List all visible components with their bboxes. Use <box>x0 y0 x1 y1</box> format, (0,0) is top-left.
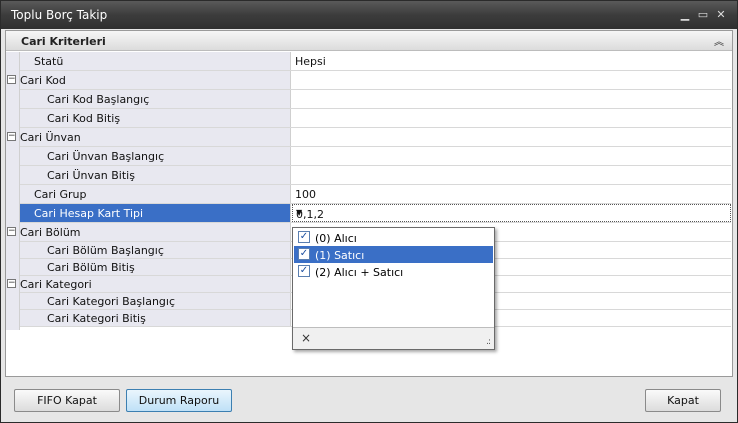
category-header[interactable]: Cari Kriterleri ︽ <box>6 31 732 51</box>
row-name-cell: Cari Hesap Kart Tipi <box>20 204 291 222</box>
row-label: Cari Ünvan Bitiş <box>47 169 135 182</box>
option-label: (0) Alıcı <box>315 232 357 245</box>
row-name-cell: Cari Grup <box>20 185 291 203</box>
row-cari-grup[interactable]: Cari Grup 100 <box>20 185 731 204</box>
row-name-cell: Cari Kategori Başlangıç <box>20 293 291 309</box>
row-label: Cari Kategori Başlangıç <box>47 295 175 308</box>
fifo-kapat-button[interactable]: FIFO Kapat <box>14 389 120 412</box>
row-name-cell: Cari Bölüm <box>20 223 291 241</box>
row-value-cell[interactable] <box>292 90 731 108</box>
clear-icon[interactable]: × <box>301 331 311 345</box>
collapse-minus-icon[interactable]: − <box>7 279 16 288</box>
collapse-minus-icon[interactable]: − <box>7 132 16 141</box>
row-cari-kod-baslangic[interactable]: Cari Kod Başlangıç <box>20 90 731 109</box>
collapse-up-icon[interactable]: ︽ <box>714 33 724 48</box>
row-cari-hesap-kart-tipi[interactable]: Cari Hesap Kart Tipi 0,1,2 ▼ <box>20 204 731 223</box>
row-name-cell: Cari Kategori Bitiş <box>20 310 291 326</box>
checkbox-checked-icon[interactable]: ✓ <box>298 265 310 277</box>
row-name-cell: Cari Kod Bitiş <box>20 109 291 127</box>
row-label: Cari Kod Başlangıç <box>47 93 150 106</box>
row-name-cell: Cari Bölüm Başlangıç <box>20 242 291 258</box>
option-label: (1) Satıcı <box>315 249 365 262</box>
row-cari-kod-bitis[interactable]: Cari Kod Bitiş <box>20 109 731 128</box>
close-icon[interactable]: ✕ <box>713 7 729 23</box>
resize-grip-icon[interactable]: .: <box>486 337 491 347</box>
row-statu[interactable]: Statü Hepsi <box>20 52 731 71</box>
row-name-cell: Cari Kategori <box>20 276 291 292</box>
dropdown-arrow-icon[interactable]: ▼ <box>296 208 726 217</box>
row-label: Cari Bölüm Başlangıç <box>47 244 164 257</box>
row-value-cell[interactable] <box>292 147 731 165</box>
row-name-cell: Cari Ünvan <box>20 128 291 146</box>
row-name-cell: Cari Ünvan Bitiş <box>20 166 291 184</box>
dropdown-option[interactable]: ✓ (1) Satıcı <box>294 246 493 263</box>
row-name-cell: Cari Ünvan Başlangıç <box>20 147 291 165</box>
row-label: Cari Ünvan Başlangıç <box>47 150 165 163</box>
row-label: Cari Kategori Bitiş <box>47 312 146 325</box>
row-name-cell: Statü <box>20 52 291 70</box>
row-value-cell[interactable]: 100 <box>292 185 731 203</box>
row-value-cell[interactable] <box>292 71 731 89</box>
row-label: Cari Kategori <box>20 278 92 291</box>
row-label: Cari Bölüm Bitiş <box>47 261 135 274</box>
kapat-button[interactable]: Kapat <box>645 389 721 412</box>
option-label: (2) Alıcı + Satıcı <box>315 266 404 279</box>
row-value: 100 <box>295 188 316 201</box>
row-label: Cari Ünvan <box>20 131 81 144</box>
row-label: Cari Hesap Kart Tipi <box>34 207 144 220</box>
collapse-minus-icon[interactable]: − <box>7 75 16 84</box>
durum-raporu-button[interactable]: Durum Raporu <box>126 389 232 412</box>
row-name-cell: Cari Kod Başlangıç <box>20 90 291 108</box>
dropdown-footer: × .: <box>293 327 494 349</box>
row-label: Statü <box>34 55 64 68</box>
title-bar[interactable]: Toplu Borç Takip ▁ ▭ ✕ <box>1 1 737 29</box>
row-cari-unvan-bitis[interactable]: Cari Ünvan Bitiş <box>20 166 731 185</box>
grid-gutter <box>6 52 20 330</box>
window-title: Toplu Borç Takip <box>11 8 108 22</box>
row-value-cell[interactable]: 0,1,2 ▼ <box>292 204 731 222</box>
row-cari-kod[interactable]: − Cari Kod <box>7 71 731 90</box>
row-value: Hepsi <box>295 55 326 68</box>
dropdown-option[interactable]: ✓ (2) Alıcı + Satıcı <box>294 263 493 280</box>
row-cari-unvan-baslangic[interactable]: Cari Ünvan Başlangıç <box>20 147 731 166</box>
row-name-cell: Cari Kod <box>20 71 291 89</box>
button-bar: FIFO Kapat Durum Raporu Kapat <box>1 378 737 422</box>
dialog-window: Toplu Borç Takip ▁ ▭ ✕ Cari Kriterleri ︽… <box>0 0 738 423</box>
row-label: Cari Grup <box>34 188 87 201</box>
row-label: Cari Kod Bitiş <box>47 112 121 125</box>
checkbox-checked-icon[interactable]: ✓ <box>298 231 310 243</box>
checkbox-checked-icon[interactable]: ✓ <box>298 248 310 260</box>
collapse-minus-icon[interactable]: − <box>7 227 16 236</box>
row-name-cell: Cari Bölüm Bitiş <box>20 259 291 275</box>
row-value-cell[interactable] <box>292 128 731 146</box>
maximize-icon[interactable]: ▭ <box>695 7 711 23</box>
category-label: Cari Kriterleri <box>21 35 106 48</box>
row-value-cell[interactable] <box>292 109 731 127</box>
row-value-cell[interactable]: Hepsi <box>292 52 731 70</box>
row-value-cell[interactable] <box>292 166 731 184</box>
dropdown-option[interactable]: ✓ (0) Alıcı <box>294 229 493 246</box>
row-cari-unvan[interactable]: − Cari Ünvan <box>7 128 731 147</box>
checklist-dropdown: ✓ (0) Alıcı ✓ (1) Satıcı ✓ (2) Alıcı + S… <box>292 227 495 350</box>
row-label: Cari Bölüm <box>20 226 81 239</box>
row-label: Cari Kod <box>20 74 66 87</box>
minimize-icon[interactable]: ▁ <box>677 7 693 23</box>
